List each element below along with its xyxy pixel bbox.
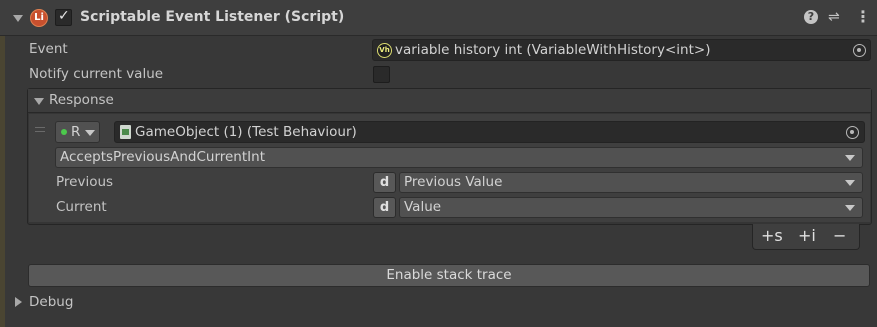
notify-current-value-checkbox[interactable] [373, 66, 390, 83]
preset-sliders-icon[interactable]: ⇌ [828, 9, 844, 25]
runtime-mode-dropdown[interactable]: R [55, 121, 100, 143]
inspector-left-edge [0, 0, 5, 327]
variable-history-icon-text: Vh [379, 46, 390, 54]
event-object-field[interactable]: Vh variable history int (VariableWithHis… [372, 39, 871, 61]
component-header[interactable]: Li ✓ Scriptable Event Listener (Script) … [0, 0, 877, 36]
param-mode-badge-current[interactable]: d [373, 197, 396, 218]
debug-foldout-arrow-icon[interactable] [15, 297, 22, 307]
event-object-value: variable history int (VariableWithHistor… [395, 42, 711, 58]
remove-listener-button[interactable]: − [833, 226, 846, 245]
target-object-field[interactable]: GameObject (1) (Test Behaviour) [114, 121, 865, 143]
add-static-listener-button[interactable]: +s [761, 226, 783, 245]
param-value-current: Value [404, 199, 442, 215]
param-dropdown-current[interactable]: Value [399, 197, 863, 218]
checkmark-icon: ✓ [58, 8, 70, 24]
foldout-arrow-icon[interactable] [13, 15, 23, 22]
target-object-value: GameObject (1) (Test Behaviour) [135, 124, 357, 140]
runtime-status-dot-icon [61, 129, 67, 135]
object-picker-icon[interactable] [846, 126, 859, 139]
method-dropdown[interactable]: AcceptsPreviousAndCurrentInt [55, 147, 863, 168]
drag-handle-icon[interactable] [35, 127, 45, 128]
logo-text: Li [34, 12, 44, 23]
enabled-checkbox[interactable]: ✓ [55, 8, 72, 26]
debug-label[interactable]: Debug [29, 294, 73, 310]
param-label-previous: Previous [56, 174, 114, 190]
chevron-down-icon [845, 155, 855, 161]
chevron-down-icon [85, 130, 95, 136]
script-logo-icon: Li [30, 9, 48, 27]
param-value-previous: Previous Value [404, 174, 503, 190]
response-label: Response [49, 92, 114, 108]
method-value: AcceptsPreviousAndCurrentInt [60, 149, 265, 165]
param-dropdown-previous[interactable]: Previous Value [399, 172, 863, 193]
param-mode-badge-previous[interactable]: d [373, 172, 396, 193]
enable-stack-trace-button[interactable]: Enable stack trace [28, 264, 870, 287]
listener-footer: +s +i − [752, 224, 860, 250]
variable-history-icon: Vh [377, 43, 392, 58]
help-icon[interactable]: ? [804, 10, 818, 24]
runtime-mode-value: R [71, 124, 81, 140]
component-title: Scriptable Event Listener (Script) [80, 9, 345, 25]
kebab-menu-icon[interactable]: ⋮ [855, 8, 871, 26]
chevron-down-icon [845, 180, 855, 186]
add-dynamic-listener-button[interactable]: +i [798, 226, 816, 245]
response-foldout-arrow-icon[interactable] [34, 98, 44, 105]
param-label-current: Current [56, 199, 107, 215]
script-file-icon [120, 125, 131, 139]
drag-handle-icon[interactable] [35, 131, 45, 132]
object-picker-icon[interactable] [853, 44, 866, 57]
event-label: Event [29, 41, 68, 57]
notify-current-value-label: Notify current value [29, 66, 164, 82]
response-header[interactable]: Response [28, 89, 871, 113]
chevron-down-icon [845, 205, 855, 211]
